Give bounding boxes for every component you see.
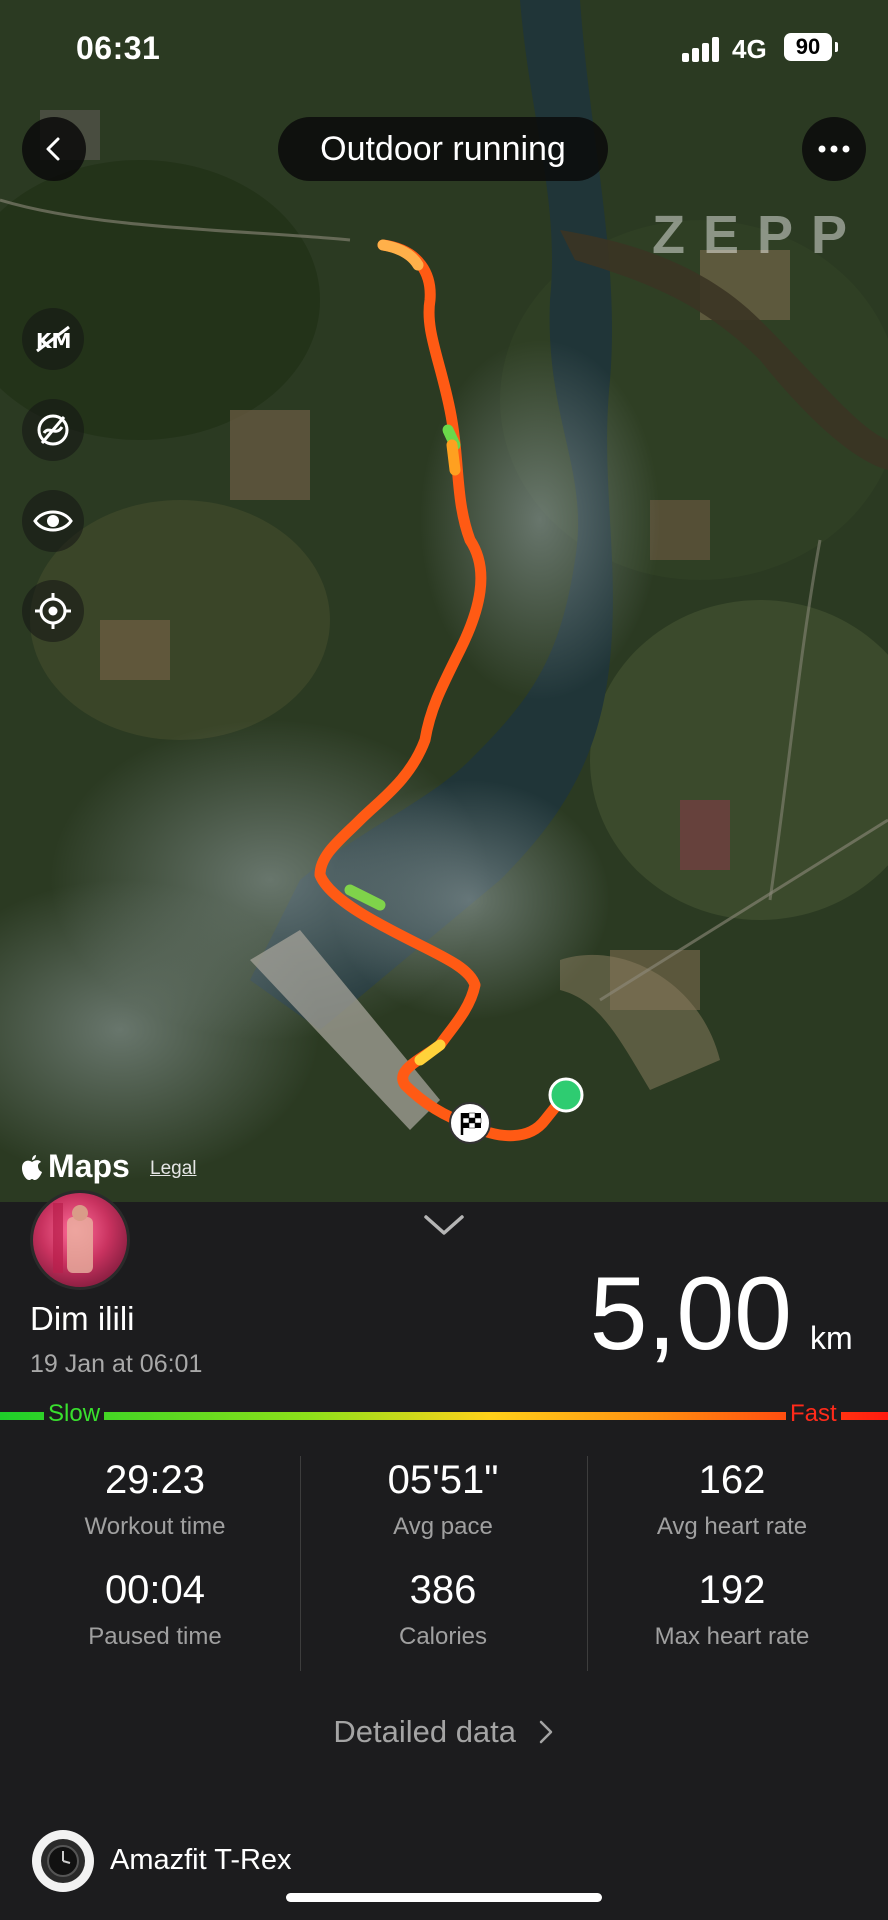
chevron-left-icon [46, 137, 60, 161]
stat-max-heart-rate: 192 Max heart rate [602, 1568, 862, 1651]
km-markers-toggle[interactable]: KM [22, 308, 84, 370]
back-button[interactable] [22, 117, 86, 181]
eye-icon [33, 510, 73, 532]
distance-value: 5,00 [589, 1256, 792, 1372]
stat-label: Calories [398, 1623, 488, 1650]
stat-value: 29:23 [104, 1458, 206, 1502]
stat-label: Workout time [84, 1513, 226, 1540]
watch-icon [32, 1830, 94, 1892]
route-map[interactable]: 06:31 4G 90 Outdoor running ZEPP KM Maps… [0, 0, 888, 1205]
km-markers-off-icon: KM [36, 325, 71, 353]
apple-icon [22, 1154, 42, 1180]
network-type: 4G [732, 34, 767, 64]
more-dots-icon [818, 145, 850, 153]
zepp-watermark: ZEPP [652, 205, 866, 265]
maps-label: Maps [48, 1148, 130, 1184]
stat-calories: 386 Calories [313, 1568, 573, 1651]
stat-value: 162 [698, 1458, 766, 1502]
stat-label: Avg heart rate [656, 1513, 808, 1540]
status-time: 06:31 [76, 30, 161, 66]
stat-value: 192 [698, 1568, 766, 1612]
apple-maps-logo: Maps [20, 1148, 130, 1185]
stat-paused-time: 00:04 Paused time [25, 1568, 285, 1651]
stat-avg-heart-rate: 162 Avg heart rate [602, 1458, 862, 1541]
legal-link[interactable]: Legal [150, 1158, 197, 1180]
cellular-signal-icon [682, 36, 722, 62]
start-point-icon[interactable] [548, 1077, 584, 1113]
stat-value: 05'51" [387, 1458, 499, 1502]
device-name: Amazfit T-Rex [110, 1844, 292, 1876]
battery-icon: 90 [784, 33, 838, 61]
crosshair-icon [35, 593, 71, 629]
stat-avg-pace: 05'51" Avg pace [313, 1458, 573, 1541]
status-bar: 06:31 4G 90 [0, 0, 888, 100]
stat-divider [300, 1456, 301, 1671]
locate-button[interactable] [22, 580, 84, 642]
stat-label: Avg pace [393, 1513, 493, 1540]
chevron-down-icon[interactable] [422, 1212, 466, 1238]
slow-label: Slow [44, 1400, 105, 1428]
chevron-right-icon [539, 1720, 552, 1744]
home-indicator[interactable] [286, 1893, 602, 1902]
route-off-icon [37, 414, 69, 446]
pace-color-scale [0, 1412, 888, 1420]
pace-color-toggle[interactable] [22, 399, 84, 461]
distance-unit: km [810, 1320, 853, 1356]
stat-label: Paused time [88, 1623, 222, 1650]
stat-label: Max heart rate [654, 1623, 810, 1650]
finish-flag-icon[interactable] [448, 1101, 492, 1145]
visibility-toggle[interactable] [22, 490, 84, 552]
detailed-data-link[interactable]: Detailed data [0, 1714, 888, 1750]
avatar[interactable] [30, 1190, 130, 1290]
stat-value: 386 [409, 1568, 477, 1612]
user-name: Dim ilili [30, 1300, 135, 1337]
detailed-data-label: Detailed data [333, 1714, 517, 1749]
fast-label: Fast [786, 1400, 841, 1428]
stat-divider [587, 1456, 588, 1671]
page-title: Outdoor running [278, 117, 608, 181]
stat-workout-time: 29:23 Workout time [25, 1458, 285, 1541]
more-options-button[interactable] [802, 117, 866, 181]
stat-value: 00:04 [104, 1568, 206, 1612]
workout-date: 19 Jan at 06:01 [30, 1350, 203, 1378]
